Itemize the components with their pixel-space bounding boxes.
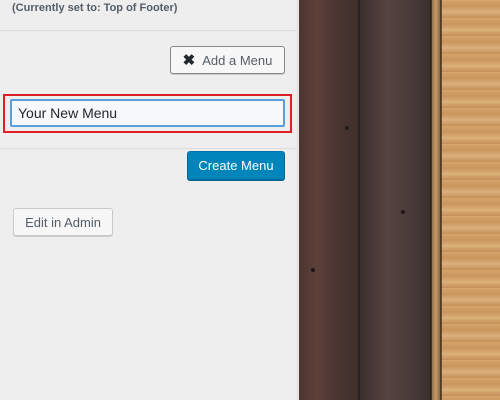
divider xyxy=(0,30,298,31)
wood-plank xyxy=(359,0,431,400)
plank-seam xyxy=(430,0,432,400)
customizer-panel: (Currently set to: Top of Footer) ✖ Add … xyxy=(0,0,298,400)
menu-location-note: (Currently set to: Top of Footer) xyxy=(12,2,178,14)
wood-knot xyxy=(311,268,315,272)
wood-plank xyxy=(299,0,359,400)
add-menu-label: Add a Menu xyxy=(202,52,273,68)
plank-seam xyxy=(358,0,360,400)
divider xyxy=(0,148,298,149)
add-menu-button[interactable]: ✖ Add a Menu xyxy=(170,46,285,74)
plank-seam xyxy=(440,0,442,400)
wood-plank xyxy=(441,0,500,400)
menu-name-input[interactable] xyxy=(10,99,285,127)
site-preview xyxy=(299,0,500,400)
wood-knot xyxy=(345,126,349,130)
create-menu-button[interactable]: Create Menu xyxy=(187,151,285,180)
close-x-icon: ✖ xyxy=(182,51,196,69)
edit-in-admin-button[interactable]: Edit in Admin xyxy=(13,208,113,236)
wood-knot xyxy=(401,210,405,214)
